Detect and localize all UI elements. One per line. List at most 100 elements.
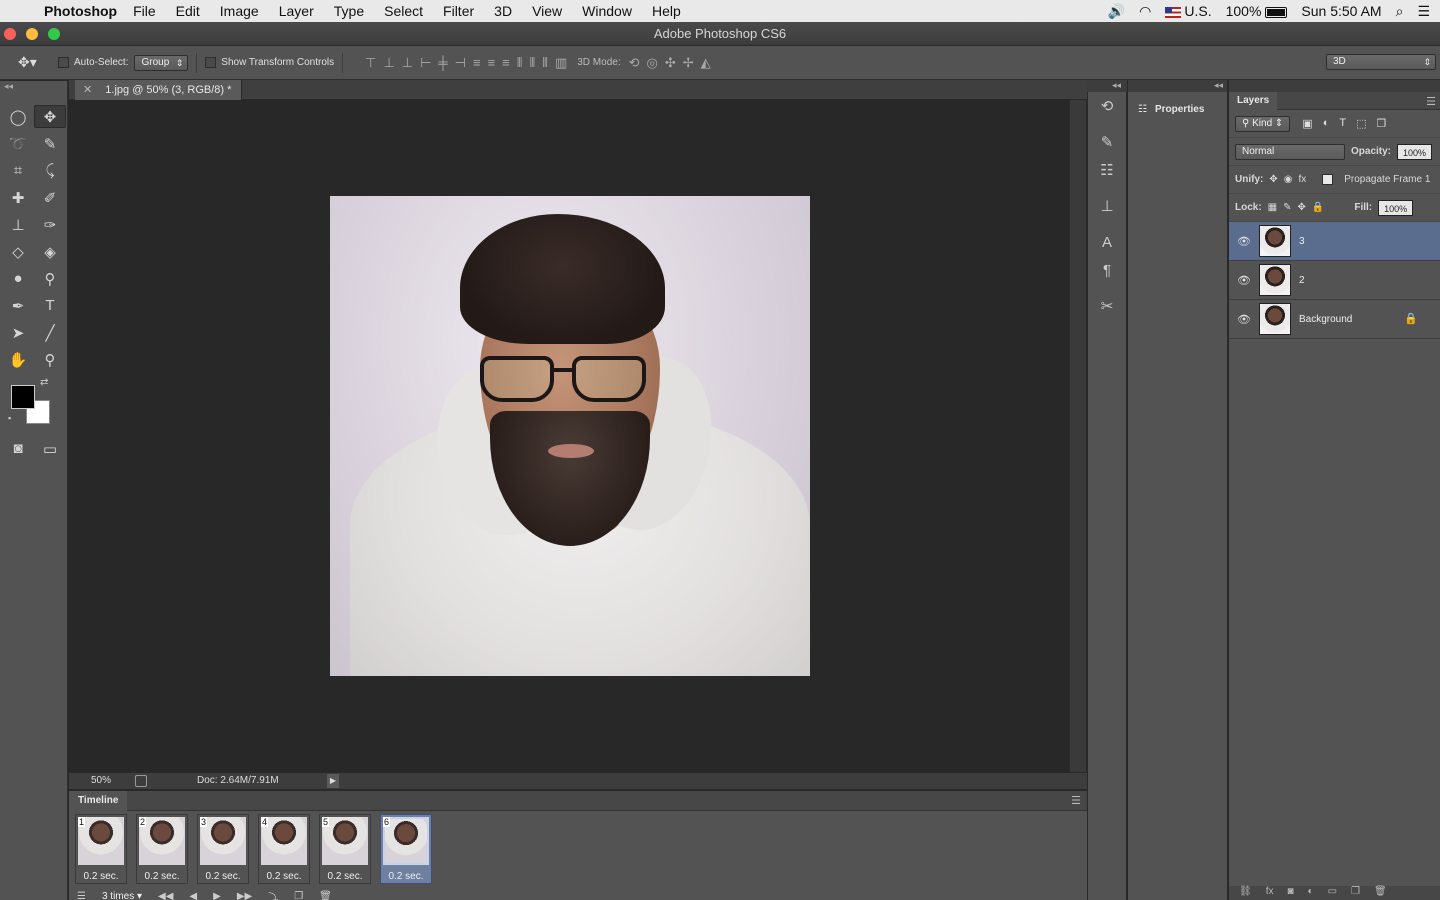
paragraph-panel-icon[interactable]: ¶ [1088,256,1126,284]
screen-mode-icon[interactable]: ▭ [34,437,66,460]
frame-delay[interactable]: 0.2 sec. [259,871,309,882]
zoom-tool-icon[interactable]: ⚲ [34,348,66,371]
timeline-frame[interactable]: 2 0.2 sec. [136,814,188,884]
lock-position-icon[interactable]: ✥ [1298,202,1306,213]
timeline-menu-icon[interactable]: ☰ [1071,794,1081,807]
visibility-eye-icon[interactable]: 👁 [1229,313,1259,326]
distribute-bottom-icon[interactable]: ≡ [502,55,510,71]
type-tool-icon[interactable]: T [34,294,66,317]
clone-source-icon[interactable]: ⊥ [1088,192,1126,220]
hand-tool-icon[interactable]: ✋ [2,348,34,371]
fill-field[interactable]: 100% [1378,199,1414,216]
tween-icon[interactable]: ⤵ [268,889,278,900]
opacity-field[interactable]: 100% [1397,143,1433,160]
layers-panel-collapse[interactable] [1229,80,1440,92]
previous-frame-icon[interactable]: ◀ [189,891,197,900]
layer-style-icon[interactable]: fx [1266,886,1274,900]
filter-smart-object-icon[interactable]: ❐ [1377,117,1387,130]
paint-bucket-tool-icon[interactable]: ◈ [34,240,66,263]
align-vcenter-icon[interactable]: ⊥ [383,55,394,71]
menu-file[interactable]: File [133,3,156,19]
layer-name[interactable]: 3 [1299,236,1305,247]
filter-pixel-icon[interactable]: ▣ [1302,117,1312,130]
properties-panel-button[interactable]: ☷ Properties [1138,104,1227,115]
auto-select-checkbox[interactable] [58,57,69,68]
line-tool-icon[interactable]: ╱ [34,321,66,344]
document-image[interactable] [330,196,810,676]
timeline-tab[interactable]: Timeline [69,791,128,811]
brush-panel-icon[interactable]: ✎ [1088,128,1126,156]
brush-tool-icon[interactable]: ✐ [34,186,66,209]
duplicate-frame-icon[interactable]: ❐ [294,891,303,900]
menu-app-name[interactable]: Photoshop [44,3,117,19]
minimize-window-button[interactable] [26,28,38,40]
loop-options-dropdown[interactable]: 3 times ▾ [102,891,142,900]
frame-delay[interactable]: 0.2 sec. [137,871,187,882]
eraser-tool-icon[interactable]: ◇ [2,240,34,263]
unify-position-icon[interactable]: ✥ [1269,174,1277,185]
spotlight-icon[interactable]: ⌕ [1396,3,1404,20]
healing-brush-tool-icon[interactable]: ✚ [2,186,34,209]
swap-colors-icon[interactable]: ⇄ [40,377,48,388]
notification-center-icon[interactable]: ☰ [1417,3,1430,20]
distribute-left-icon[interactable]: ⦀ [517,55,523,71]
history-brush-tool-icon[interactable]: ✑ [34,213,66,236]
eyedropper-tool-icon[interactable]: ⤹ [34,159,66,182]
menu-type[interactable]: Type [334,3,364,19]
menu-view[interactable]: View [532,3,562,19]
default-colors-icon[interactable]: ▪ [8,413,11,423]
clock[interactable]: Sun 5:50 AM [1301,3,1381,19]
filter-type-icon[interactable]: T [1339,117,1346,130]
unify-style-icon[interactable]: fx [1298,174,1306,185]
zoom-level-field[interactable]: 50% [73,773,129,789]
frame-delay[interactable]: 0.2 sec. [198,871,248,882]
zoom-window-button[interactable] [48,28,60,40]
align-bottom-icon[interactable]: ⊥ [402,55,413,71]
quick-select-tool-icon[interactable]: ✎ [34,132,66,155]
move-tool-preset-icon[interactable]: ✥▾ [0,54,58,71]
panel-dock-collapse[interactable]: ◂◂ [1087,80,1127,92]
visibility-eye-icon[interactable]: 👁 [1229,274,1259,287]
menu-help[interactable]: Help [652,3,681,19]
delete-layer-icon[interactable]: 🗑 [1374,886,1387,900]
blend-mode-dropdown[interactable]: Normal [1235,143,1345,160]
visibility-eye-icon[interactable]: 👁 [1229,235,1259,248]
layer-row-selected[interactable]: 👁 3 [1229,222,1440,261]
timeline-frame[interactable]: 1 0.2 sec. [75,814,127,884]
roll-3d-icon[interactable]: ◎ [647,55,658,71]
quick-mask-icon[interactable]: ◙ [2,437,34,460]
blur-tool-icon[interactable]: ● [2,267,34,290]
menu-window[interactable]: Window [582,3,632,19]
distribute-top-icon[interactable]: ≡ [473,55,481,71]
layer-row[interactable]: 👁 2 [1229,261,1440,300]
menu-select[interactable]: Select [384,3,423,19]
path-selection-tool-icon[interactable]: ➤ [2,321,34,344]
menu-3d[interactable]: 3D [494,3,512,19]
lock-image-icon[interactable]: ✎ [1283,202,1291,213]
toolbar-collapse-grip[interactable]: ◂◂ [0,81,67,93]
delete-frame-icon[interactable]: 🗑 [319,891,332,900]
history-panel-icon[interactable]: ⟲ [1088,92,1126,120]
pen-tool-icon[interactable]: ✒ [2,294,34,317]
next-frame-icon[interactable]: ▶▶ [237,891,252,900]
foreground-color-swatch[interactable] [11,385,35,409]
adjustment-layer-icon[interactable]: ◐ [1308,886,1314,900]
marquee-tool-icon[interactable]: ◯ [2,105,34,128]
auto-select-dropdown[interactable]: Group [134,54,189,71]
align-hcenter-icon[interactable]: ╪ [438,55,447,71]
filter-shape-icon[interactable]: ⬚ [1356,117,1366,130]
distribute-hcenter-icon[interactable]: ⦀ [529,55,535,71]
auto-align-icon[interactable]: ▥ [555,55,567,71]
layers-tab[interactable]: Layers [1229,92,1278,110]
frame-delay[interactable]: 0.2 sec. [381,871,431,882]
layer-row[interactable]: 👁 Background 🔒 [1229,300,1440,339]
tool-presets-icon[interactable]: ✂ [1088,292,1126,320]
crop-tool-icon[interactable]: ⌗ [2,159,34,182]
proof-icon[interactable] [135,775,147,787]
play-icon[interactable]: ▶ [213,891,221,900]
layer-name[interactable]: Background [1299,314,1352,325]
first-frame-icon[interactable]: ◀◀ [158,891,173,900]
wifi-icon[interactable]: ◠ [1139,3,1151,20]
menu-filter[interactable]: Filter [443,3,474,19]
timeline-frame[interactable]: 3 0.2 sec. [197,814,249,884]
